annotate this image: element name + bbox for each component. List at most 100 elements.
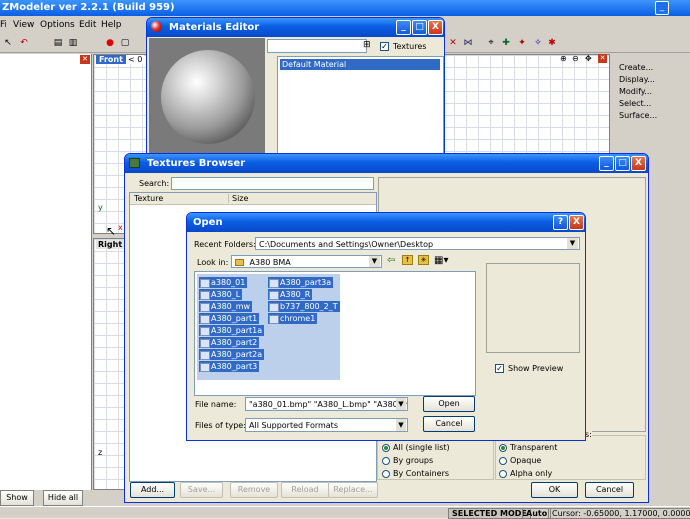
menu-help[interactable]: Help	[101, 20, 122, 30]
file-item[interactable]: A380_R	[268, 289, 313, 300]
list-mode-all-radio[interactable]	[382, 443, 390, 452]
material-item-default[interactable]: Default Material	[280, 59, 440, 70]
material-search-input[interactable]	[267, 39, 367, 53]
remove-texture-button[interactable]: Remove	[230, 482, 278, 498]
file-item[interactable]: A380_part1	[199, 313, 260, 324]
display-opaque-radio[interactable]	[499, 456, 507, 465]
list-mode-containers-radio[interactable]	[382, 469, 390, 478]
open-button[interactable]: Open	[423, 396, 475, 412]
figure-icon-d[interactable]: ✱	[546, 37, 558, 49]
file-item[interactable]: A380_part2	[199, 337, 260, 348]
copy-icon[interactable]: ▤	[52, 37, 64, 49]
file-name-input[interactable]: "a380_01.bmp" "A380_L.bmp" "A380_mw.b ▼	[245, 397, 408, 411]
materials-editor-close-button[interactable]: X	[428, 20, 443, 35]
display-opaque[interactable]: Opaque	[499, 456, 541, 465]
textures-cancel-button[interactable]: Cancel	[585, 482, 634, 498]
display-alpha-radio[interactable]	[499, 469, 507, 478]
file-item[interactable]: A380_part3a	[268, 277, 334, 288]
figure-icon-a[interactable]: ✚	[500, 37, 512, 49]
file-item[interactable]: b737_800_2_T	[268, 301, 340, 312]
record-icon[interactable]: ●	[104, 37, 116, 49]
file-item[interactable]: A380_part1a	[199, 325, 265, 336]
recent-folders-dropdown[interactable]: C:\Documents and Settings\Owner\Desktop …	[255, 237, 580, 250]
front-viewport-nav[interactable]: < 0	[126, 55, 145, 64]
left-panel-close-icon[interactable]: ✕	[80, 55, 90, 64]
open-dialog-help-button[interactable]: ?	[553, 215, 568, 230]
hide-all-button[interactable]: Hide all	[43, 490, 83, 506]
open-dialog-title-bar: Open ? X	[187, 213, 585, 232]
zoom-icon[interactable]: ⊕	[560, 54, 567, 63]
file-item[interactable]: A380_part3	[199, 361, 260, 372]
viewport-close-icon[interactable]: ✕	[598, 54, 607, 63]
textures-browser-maximize-button[interactable]: □	[615, 156, 630, 171]
command-modify[interactable]: Modify...	[619, 87, 652, 96]
tool-icon-a[interactable]: ✕	[447, 37, 459, 49]
command-display[interactable]: Display...	[619, 75, 655, 84]
file-item[interactable]: A380_mw	[199, 301, 253, 312]
figure-icon-c[interactable]: ✧	[532, 37, 544, 49]
file-item[interactable]: chrome1	[268, 313, 318, 324]
menu-edit[interactable]: Edit	[79, 20, 96, 30]
replace-texture-button[interactable]: Replace...	[328, 482, 378, 498]
texture-list-header: Texture Size	[130, 193, 376, 205]
app-minimize-button[interactable]: _	[655, 1, 669, 15]
textures-browser-title-bar: Textures Browser _ □ X	[125, 154, 648, 173]
zoom-out-icon[interactable]: ⊖	[572, 54, 579, 63]
show-all-button[interactable]: Show all	[0, 490, 34, 516]
look-in-dropdown[interactable]: A380 BMA ▼	[231, 255, 382, 268]
list-mode-groups[interactable]: By groups	[382, 456, 433, 465]
figure-icon-b[interactable]: ✦	[516, 37, 528, 49]
command-create[interactable]: Create...	[619, 63, 653, 72]
materials-editor-title: Materials Editor	[169, 22, 260, 33]
menu-options[interactable]: Options	[40, 20, 75, 30]
list-mode-containers[interactable]: By Containers	[382, 469, 449, 478]
view-menu-icon[interactable]: ▦▾	[434, 255, 448, 266]
undo-icon[interactable]: ↶	[18, 37, 30, 49]
command-surface[interactable]: Surface...	[619, 111, 657, 120]
tool-icon-b[interactable]: ⋈	[462, 37, 474, 49]
display-transparent[interactable]: Transparent	[499, 443, 557, 452]
back-icon[interactable]: ⇦	[387, 255, 395, 266]
up-folder-icon[interactable]: ↑	[402, 255, 413, 265]
textures-browser-close-button[interactable]: X	[631, 156, 646, 171]
file-item[interactable]: A380_L	[199, 289, 243, 300]
right-viewport-label[interactable]: Right	[96, 240, 125, 249]
open-dialog-title: Open	[193, 217, 223, 228]
command-select[interactable]: Select...	[619, 99, 651, 108]
open-cancel-button[interactable]: Cancel	[423, 416, 475, 432]
menu-view[interactable]: View	[13, 20, 34, 30]
front-viewport-label[interactable]: Front	[96, 55, 126, 64]
textures-checkbox[interactable]: ✓	[380, 42, 389, 51]
textures-ok-button[interactable]: OK	[531, 482, 578, 498]
right-viewport[interactable]: Right z	[93, 238, 128, 490]
display-transparent-radio[interactable]	[499, 443, 507, 452]
pan-icon[interactable]: ✥	[585, 54, 592, 63]
mouse-cursor-icon: ↖	[106, 224, 117, 238]
file-item[interactable]: a380_01	[199, 277, 248, 288]
select-tool-icon[interactable]: ⌖	[485, 37, 497, 49]
file-item[interactable]: A380_part2a	[199, 349, 265, 360]
materials-editor-maximize-button[interactable]: □	[412, 20, 427, 35]
display-alpha-only[interactable]: Alpha only	[499, 469, 552, 478]
add-texture-button[interactable]: Add...	[130, 482, 175, 498]
list-mode-all[interactable]: All (single list)	[382, 443, 450, 452]
texture-search-input[interactable]	[171, 177, 374, 190]
material-search-icon[interactable]: ⊞	[363, 40, 371, 50]
new-folder-icon[interactable]: ✳	[418, 255, 429, 265]
file-type-dropdown[interactable]: All Supported Formats ▼	[245, 418, 408, 432]
textures-browser-minimize-button[interactable]: _	[599, 156, 614, 171]
column-texture[interactable]: Texture	[134, 194, 163, 203]
show-preview-checkbox[interactable]: ✓	[495, 364, 504, 373]
status-auto[interactable]: Auto	[522, 508, 552, 519]
reload-texture-button[interactable]: Reload	[281, 482, 329, 498]
materials-editor-minimize-button[interactable]: _	[396, 20, 411, 35]
list-mode-all-label: All (single list)	[393, 443, 450, 452]
list-mode-groups-radio[interactable]	[382, 456, 390, 465]
paste-icon[interactable]: ▥	[67, 37, 79, 49]
new-icon[interactable]: ▢	[119, 37, 131, 49]
pointer-icon[interactable]: ↖	[2, 37, 14, 49]
menu-file[interactable]: File	[0, 20, 6, 30]
open-dialog-close-button[interactable]: X	[569, 215, 584, 230]
column-size[interactable]: Size	[228, 194, 248, 203]
save-texture-button[interactable]: Save...	[180, 482, 223, 498]
